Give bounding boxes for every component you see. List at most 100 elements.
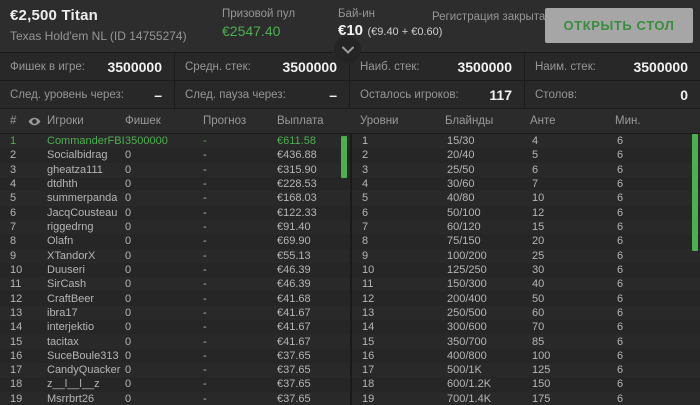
level-row[interactable]: 18 600/1.2K 150 6 bbox=[352, 377, 700, 392]
level-number: 7 bbox=[362, 221, 369, 234]
level-ante: 150 bbox=[532, 378, 551, 391]
level-ante: 10 bbox=[532, 192, 545, 205]
level-number: 1 bbox=[362, 135, 369, 148]
player-forecast: - bbox=[203, 206, 207, 219]
level-row[interactable]: 7 60/120 15 6 bbox=[352, 219, 700, 235]
player-row[interactable]: 19 Msrrbrt26 0 - €37.65 bbox=[0, 391, 350, 405]
level-row[interactable]: 9 100/200 25 6 bbox=[352, 248, 700, 263]
levels-header-level: Уровни bbox=[360, 115, 399, 127]
player-payout: €611.58 bbox=[277, 135, 316, 148]
level-row[interactable]: 2 20/40 5 6 bbox=[352, 148, 700, 163]
player-chips: 0 bbox=[125, 206, 132, 219]
player-payout: €41.67 bbox=[277, 321, 311, 334]
level-row[interactable]: 5 40/80 10 6 bbox=[352, 191, 700, 206]
level-row[interactable]: 13 250/500 60 6 bbox=[352, 305, 700, 321]
player-row[interactable]: 1 CommanderFBI 3500000 - €611.58 bbox=[0, 134, 350, 149]
player-row[interactable]: 16 SuceBoule313 0 - €37.65 bbox=[0, 348, 350, 363]
level-blinds: 40/80 bbox=[447, 192, 475, 205]
level-ante: 7 bbox=[532, 178, 539, 191]
player-name: Olafn bbox=[47, 235, 74, 248]
player-row[interactable]: 13 ibra17 0 - €41.67 bbox=[0, 305, 350, 321]
collapse-header-button[interactable] bbox=[334, 36, 361, 63]
player-name: JacqCousteau bbox=[47, 206, 118, 219]
player-row[interactable]: 17 CandyQuacker 0 - €37.65 bbox=[0, 363, 350, 378]
player-row[interactable]: 8 Olafn 0 - €69.90 bbox=[0, 234, 350, 249]
player-payout: €122.33 bbox=[277, 206, 317, 219]
player-row[interactable]: 12 CraftBeer 0 - €41.68 bbox=[0, 291, 350, 306]
level-row[interactable]: 8 75/150 20 6 bbox=[352, 234, 700, 249]
player-payout: €37.65 bbox=[277, 392, 311, 405]
player-forecast: - bbox=[203, 292, 207, 305]
stat-label: След. уровень через: bbox=[10, 88, 124, 101]
level-ante: 85 bbox=[532, 335, 545, 348]
player-row[interactable]: 11 SirCash 0 - €46.39 bbox=[0, 277, 350, 292]
stat-biggest-stack: Наиб. стек: 3500000 bbox=[350, 53, 525, 81]
level-row[interactable]: 11 150/300 40 6 bbox=[352, 277, 700, 292]
level-row[interactable]: 17 500/1K 125 6 bbox=[352, 363, 700, 378]
level-ante: 12 bbox=[532, 206, 545, 219]
players-header-rank: # bbox=[10, 115, 17, 127]
level-minutes: 6 bbox=[617, 306, 624, 319]
player-name: SirCash bbox=[47, 278, 87, 291]
level-blinds: 15/30 bbox=[447, 135, 475, 148]
level-row[interactable]: 19 700/1.4K 175 6 bbox=[352, 391, 700, 405]
player-chips: 0 bbox=[125, 235, 132, 248]
player-rank: 9 bbox=[10, 249, 17, 262]
player-row[interactable]: 15 tacitax 0 - €41.67 bbox=[0, 334, 350, 349]
player-forecast: - bbox=[203, 163, 207, 176]
level-minutes: 6 bbox=[617, 392, 624, 405]
level-row[interactable]: 16 400/800 100 6 bbox=[352, 348, 700, 363]
level-number: 14 bbox=[362, 321, 375, 334]
open-table-button[interactable]: ОТКРЫТЬ СТОЛ bbox=[545, 8, 693, 43]
player-row[interactable]: 14 interjektio 0 - €41.67 bbox=[0, 320, 350, 335]
stat-label: След. пауза через: bbox=[185, 88, 286, 101]
player-chips: 0 bbox=[125, 149, 132, 162]
players-scrollbar-thumb[interactable] bbox=[341, 136, 347, 178]
level-minutes: 6 bbox=[617, 135, 624, 148]
players-header-payout: Выплата bbox=[277, 115, 324, 127]
player-row[interactable]: 7 riggedrng 0 - €91.40 bbox=[0, 219, 350, 235]
player-forecast: - bbox=[203, 149, 207, 162]
level-ante: 20 bbox=[532, 235, 545, 248]
stat-value: 0 bbox=[680, 86, 688, 103]
player-forecast: - bbox=[203, 278, 207, 291]
level-row[interactable]: 6 50/100 12 6 bbox=[352, 205, 700, 220]
level-row[interactable]: 1 15/30 4 6 bbox=[352, 134, 700, 149]
player-payout: €41.67 bbox=[277, 335, 311, 348]
player-row[interactable]: 10 Duuseri 0 - €46.39 bbox=[0, 262, 350, 278]
player-row[interactable]: 3 gheatza111 0 - €315.90 bbox=[0, 162, 350, 177]
level-ante: 25 bbox=[532, 249, 545, 262]
player-row[interactable]: 5 summerpanda 0 - €168.03 bbox=[0, 191, 350, 206]
level-blinds: 100/200 bbox=[447, 249, 487, 262]
level-minutes: 6 bbox=[617, 263, 624, 276]
player-payout: €37.65 bbox=[277, 378, 311, 391]
level-minutes: 6 bbox=[617, 249, 624, 262]
level-minutes: 6 bbox=[617, 378, 624, 391]
player-row[interactable]: 4 dtdhth 0 - €228.53 bbox=[0, 176, 350, 192]
levels-scrollbar-thumb[interactable] bbox=[692, 134, 698, 251]
player-row[interactable]: 2 Socialbidrag 0 - €436.88 bbox=[0, 148, 350, 163]
eye-icon[interactable] bbox=[28, 115, 41, 133]
chevron-down-icon bbox=[341, 46, 354, 54]
player-name: summerpanda bbox=[47, 192, 118, 205]
player-row[interactable]: 18 z__l__l__z 0 - €37.65 bbox=[0, 377, 350, 392]
player-rank: 4 bbox=[10, 178, 17, 191]
tables-body: 1 CommanderFBI 3500000- €611.58 2 Socialbidra… bbox=[0, 134, 700, 405]
stat-label: Средн. стек: bbox=[185, 60, 251, 73]
tables-header-row: # Игроки Фишек Прогноз Выплата Уровни Бл… bbox=[0, 109, 700, 134]
level-row[interactable]: 15 350/700 85 6 bbox=[352, 334, 700, 349]
level-blinds: 125/250 bbox=[447, 263, 487, 276]
player-row[interactable]: 9 XTandorX 0 - €55.13 bbox=[0, 248, 350, 263]
level-row[interactable]: 12 200/400 50 6 bbox=[352, 291, 700, 306]
level-row[interactable]: 4 30/60 7 6 bbox=[352, 176, 700, 192]
stat-value: 3500000 bbox=[107, 58, 162, 75]
level-row[interactable]: 14 300/600 70 6 bbox=[352, 320, 700, 335]
tournament-title: €2,500 Titan bbox=[10, 7, 99, 24]
level-blinds: 50/100 bbox=[447, 206, 481, 219]
player-row[interactable]: 6 JacqCousteau 0 - €122.33 bbox=[0, 205, 350, 220]
level-blinds: 250/500 bbox=[447, 306, 487, 319]
level-row[interactable]: 10 125/250 30 6 bbox=[352, 262, 700, 278]
level-row[interactable]: 3 25/50 6 6 bbox=[352, 162, 700, 177]
buyin-label: Бай-ин bbox=[338, 8, 375, 20]
level-minutes: 6 bbox=[617, 335, 624, 348]
